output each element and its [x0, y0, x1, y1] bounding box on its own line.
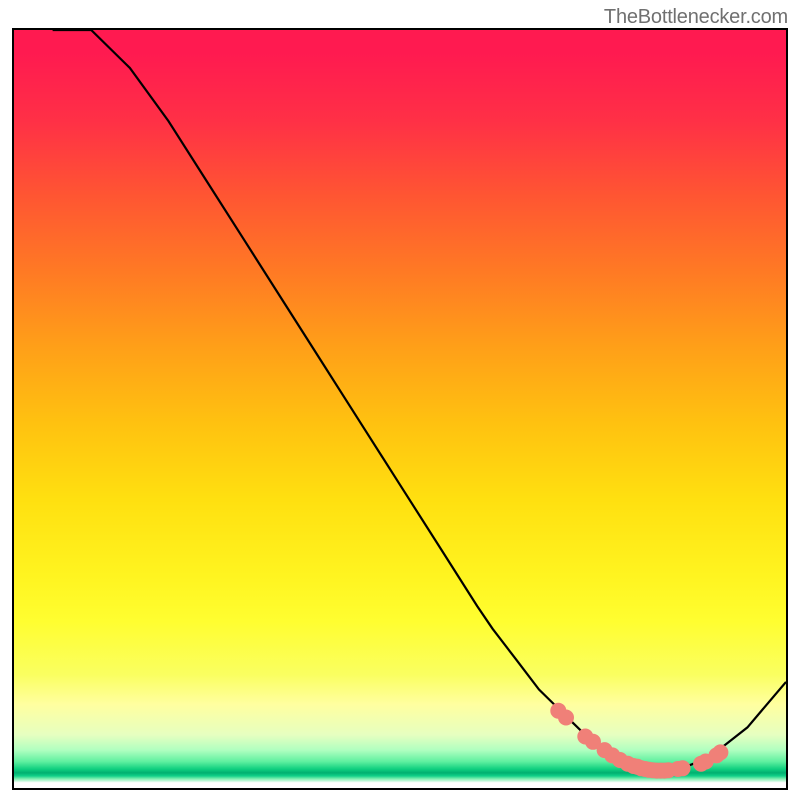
- chart-plot-area: [12, 28, 788, 790]
- watermark-text: TheBottlenecker.com: [604, 6, 788, 29]
- chart-svg: [14, 30, 786, 788]
